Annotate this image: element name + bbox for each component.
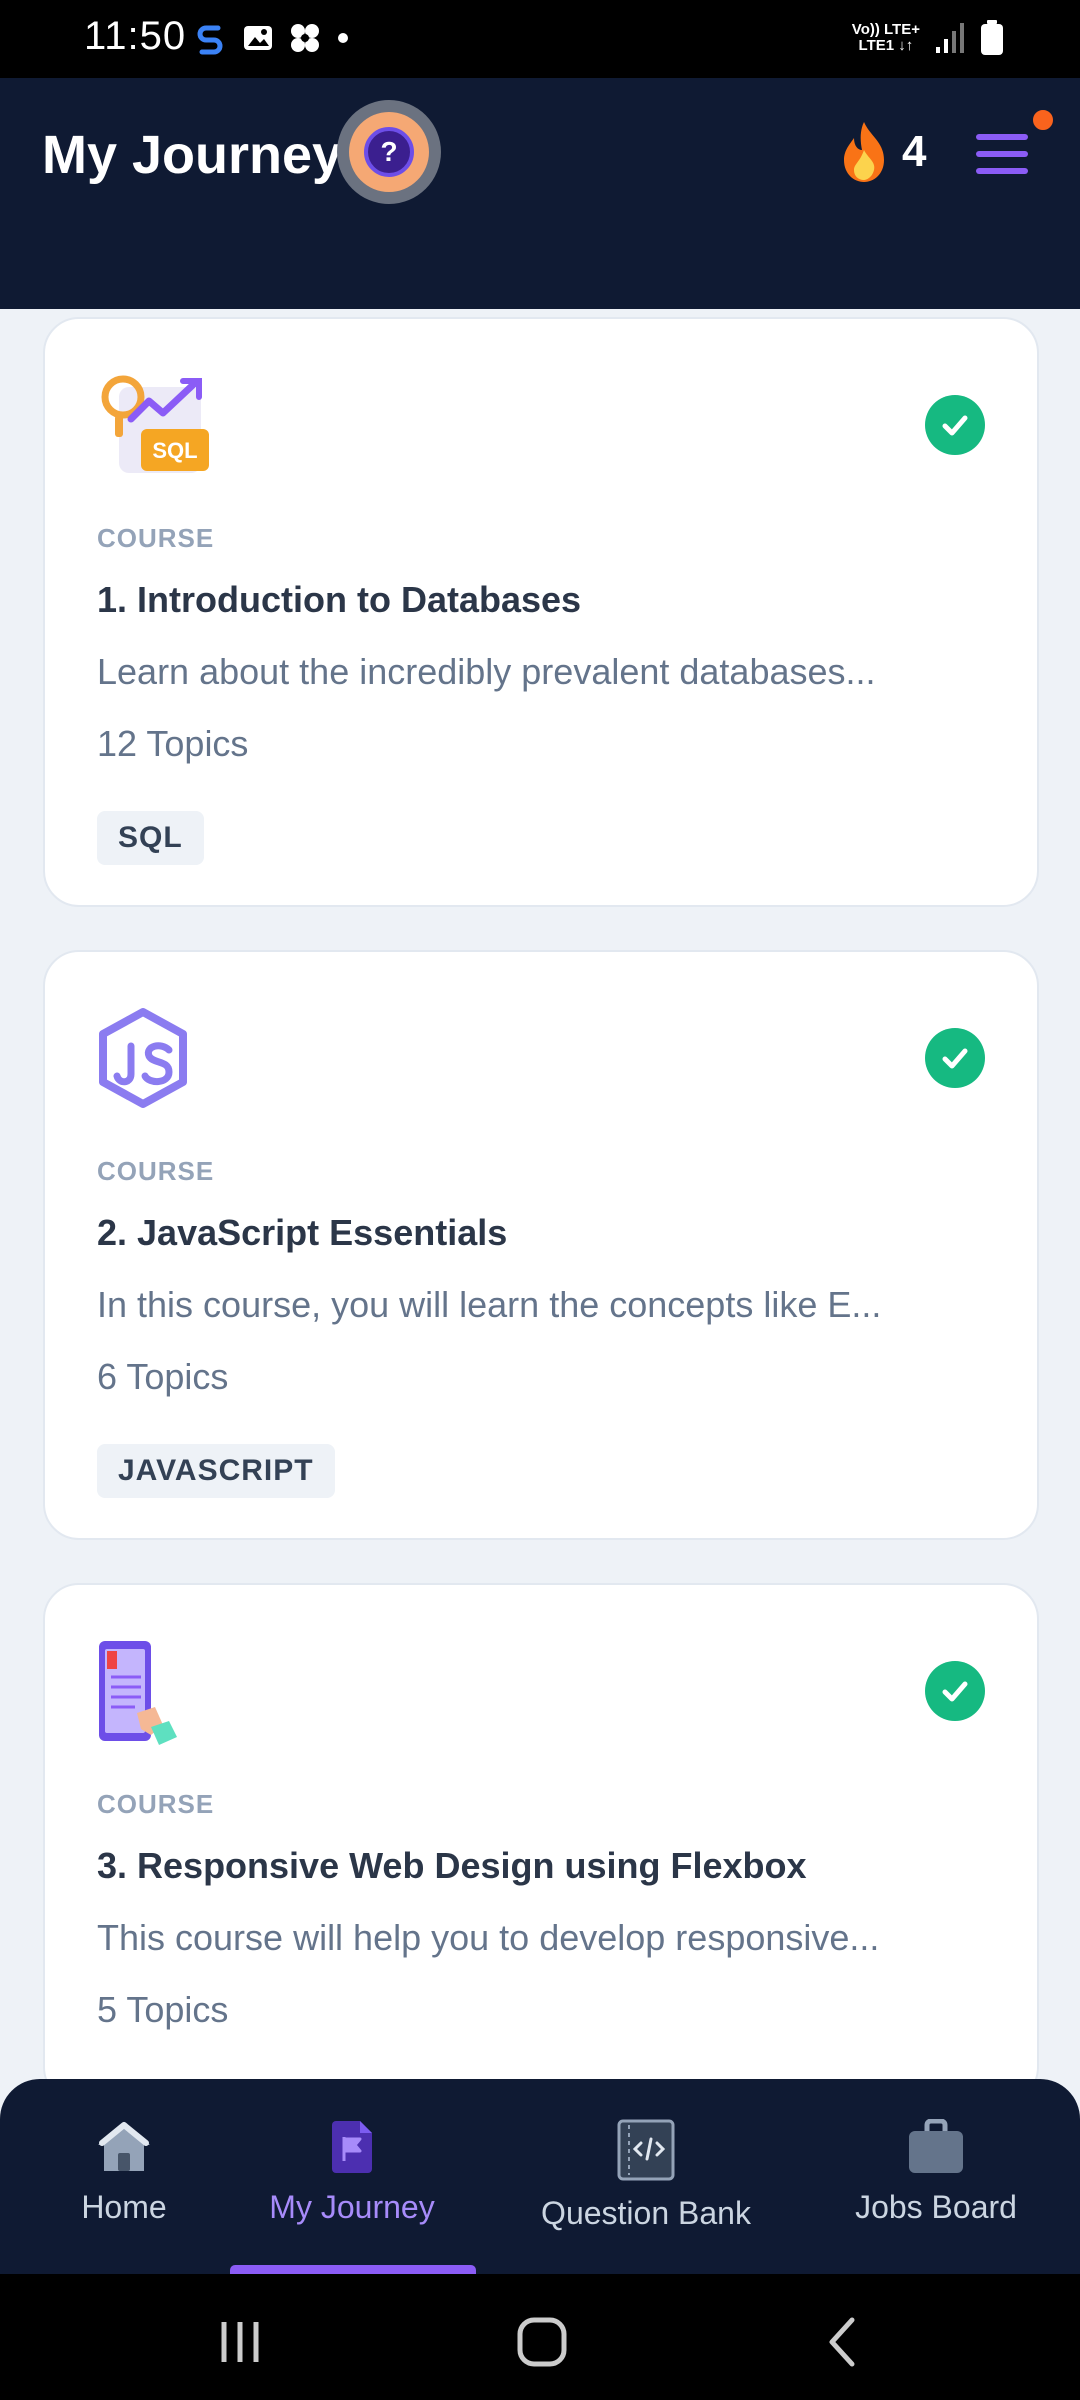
course-type-label: COURSE [97, 523, 215, 553]
s-app-icon [197, 25, 223, 55]
nav-my-journey-label: My Journey [269, 2189, 435, 2225]
course-type-label: COURSE [97, 1789, 215, 1819]
menu-bar [976, 134, 1028, 140]
course-card[interactable]: COURSE 3. Responsive Web Design using Fl… [43, 1583, 1039, 2103]
pinwheel-app-icon [291, 24, 319, 52]
status-notification-icons [192, 20, 350, 56]
question-mark-icon: ? [364, 127, 414, 177]
status-time: 11:50 [84, 14, 187, 58]
network-line-2: LTE1 ↓↑ [858, 37, 914, 54]
course-description: Learn about the incredibly prevalent dat… [97, 651, 876, 692]
course-type-label: COURSE [97, 1156, 215, 1186]
sql-course-icon: SQL [101, 375, 209, 473]
menu-bar [976, 151, 1028, 157]
recent-apps-icon[interactable] [210, 2312, 270, 2372]
javascript-course-icon [99, 1008, 187, 1108]
course-topics-count: 12 Topics [97, 723, 249, 764]
nav-my-journey[interactable]: My Journey [246, 2119, 458, 2226]
menu-button[interactable] [972, 126, 1036, 182]
home-system-icon[interactable] [512, 2312, 572, 2372]
course-title[interactable]: 3. Responsive Web Design using Flexbox [97, 1845, 807, 1887]
nav-home[interactable]: Home [64, 2119, 184, 2226]
status-bar: 11:50 Vo)) LTE+ LTE1 ↓↑ [0, 0, 1080, 78]
home-icon [98, 2122, 150, 2171]
course-card[interactable]: SQL COURSE 1. Introduction to Databases … [43, 317, 1039, 907]
streak-count: 4 [902, 127, 927, 176]
fire-icon [844, 122, 884, 182]
journey-flag-icon [332, 2121, 372, 2173]
mobile-design-course-icon [99, 1641, 177, 1745]
battery-icon [981, 20, 1003, 55]
more-notifications-dot-icon [338, 33, 348, 43]
nav-question-bank[interactable]: Question Bank [522, 2119, 770, 2232]
course-title[interactable]: 2. JavaScript Essentials [97, 1212, 507, 1254]
network-line-1: Vo)) LTE+ [851, 21, 920, 38]
menu-bar [976, 168, 1028, 174]
page-title: My Journey [42, 125, 343, 185]
nav-jobs-board[interactable]: Jobs Board [836, 2119, 1036, 2226]
course-title[interactable]: 1. Introduction to Databases [97, 579, 581, 621]
active-tab-indicator [230, 2265, 476, 2274]
completed-check-icon [925, 1028, 985, 1088]
course-description: In this course, you will learn the conce… [97, 1284, 882, 1325]
help-ring: ? [349, 112, 429, 192]
back-icon[interactable] [814, 2312, 874, 2372]
nav-question-bank-label: Question Bank [541, 2195, 751, 2231]
network-indicator: Vo)) LTE+ LTE1 ↓↑ [852, 22, 920, 54]
completed-check-icon [925, 1661, 985, 1721]
course-tag: SQL [97, 811, 204, 865]
help-button[interactable]: ? [337, 100, 441, 204]
completed-check-icon [925, 395, 985, 455]
nav-jobs-board-label: Jobs Board [855, 2189, 1017, 2225]
course-topics-count: 6 Topics [97, 1356, 229, 1397]
course-tag: JAVASCRIPT [97, 1444, 335, 1498]
streak-counter[interactable]: 4 [836, 120, 926, 184]
app-header: My Journey ? 4 [0, 78, 1080, 309]
course-topics-count: 5 Topics [97, 1989, 229, 2030]
notification-dot [1029, 106, 1057, 134]
svg-text:SQL: SQL [152, 438, 197, 463]
status-system-icons: Vo)) LTE+ LTE1 ↓↑ [852, 20, 1004, 56]
signal-icon [936, 23, 964, 53]
briefcase-icon [909, 2119, 963, 2173]
bottom-navigation: Home My Journey Question Bank Jobs Board [0, 2079, 1080, 2274]
course-card[interactable]: COURSE 2. JavaScript Essentials In this … [43, 950, 1039, 1540]
system-navigation-bar [0, 2274, 1080, 2400]
course-description: This course will help you to develop res… [97, 1917, 880, 1958]
question-bank-code-icon [617, 2119, 675, 2181]
gallery-icon [244, 26, 272, 50]
nav-home-label: Home [81, 2189, 167, 2225]
